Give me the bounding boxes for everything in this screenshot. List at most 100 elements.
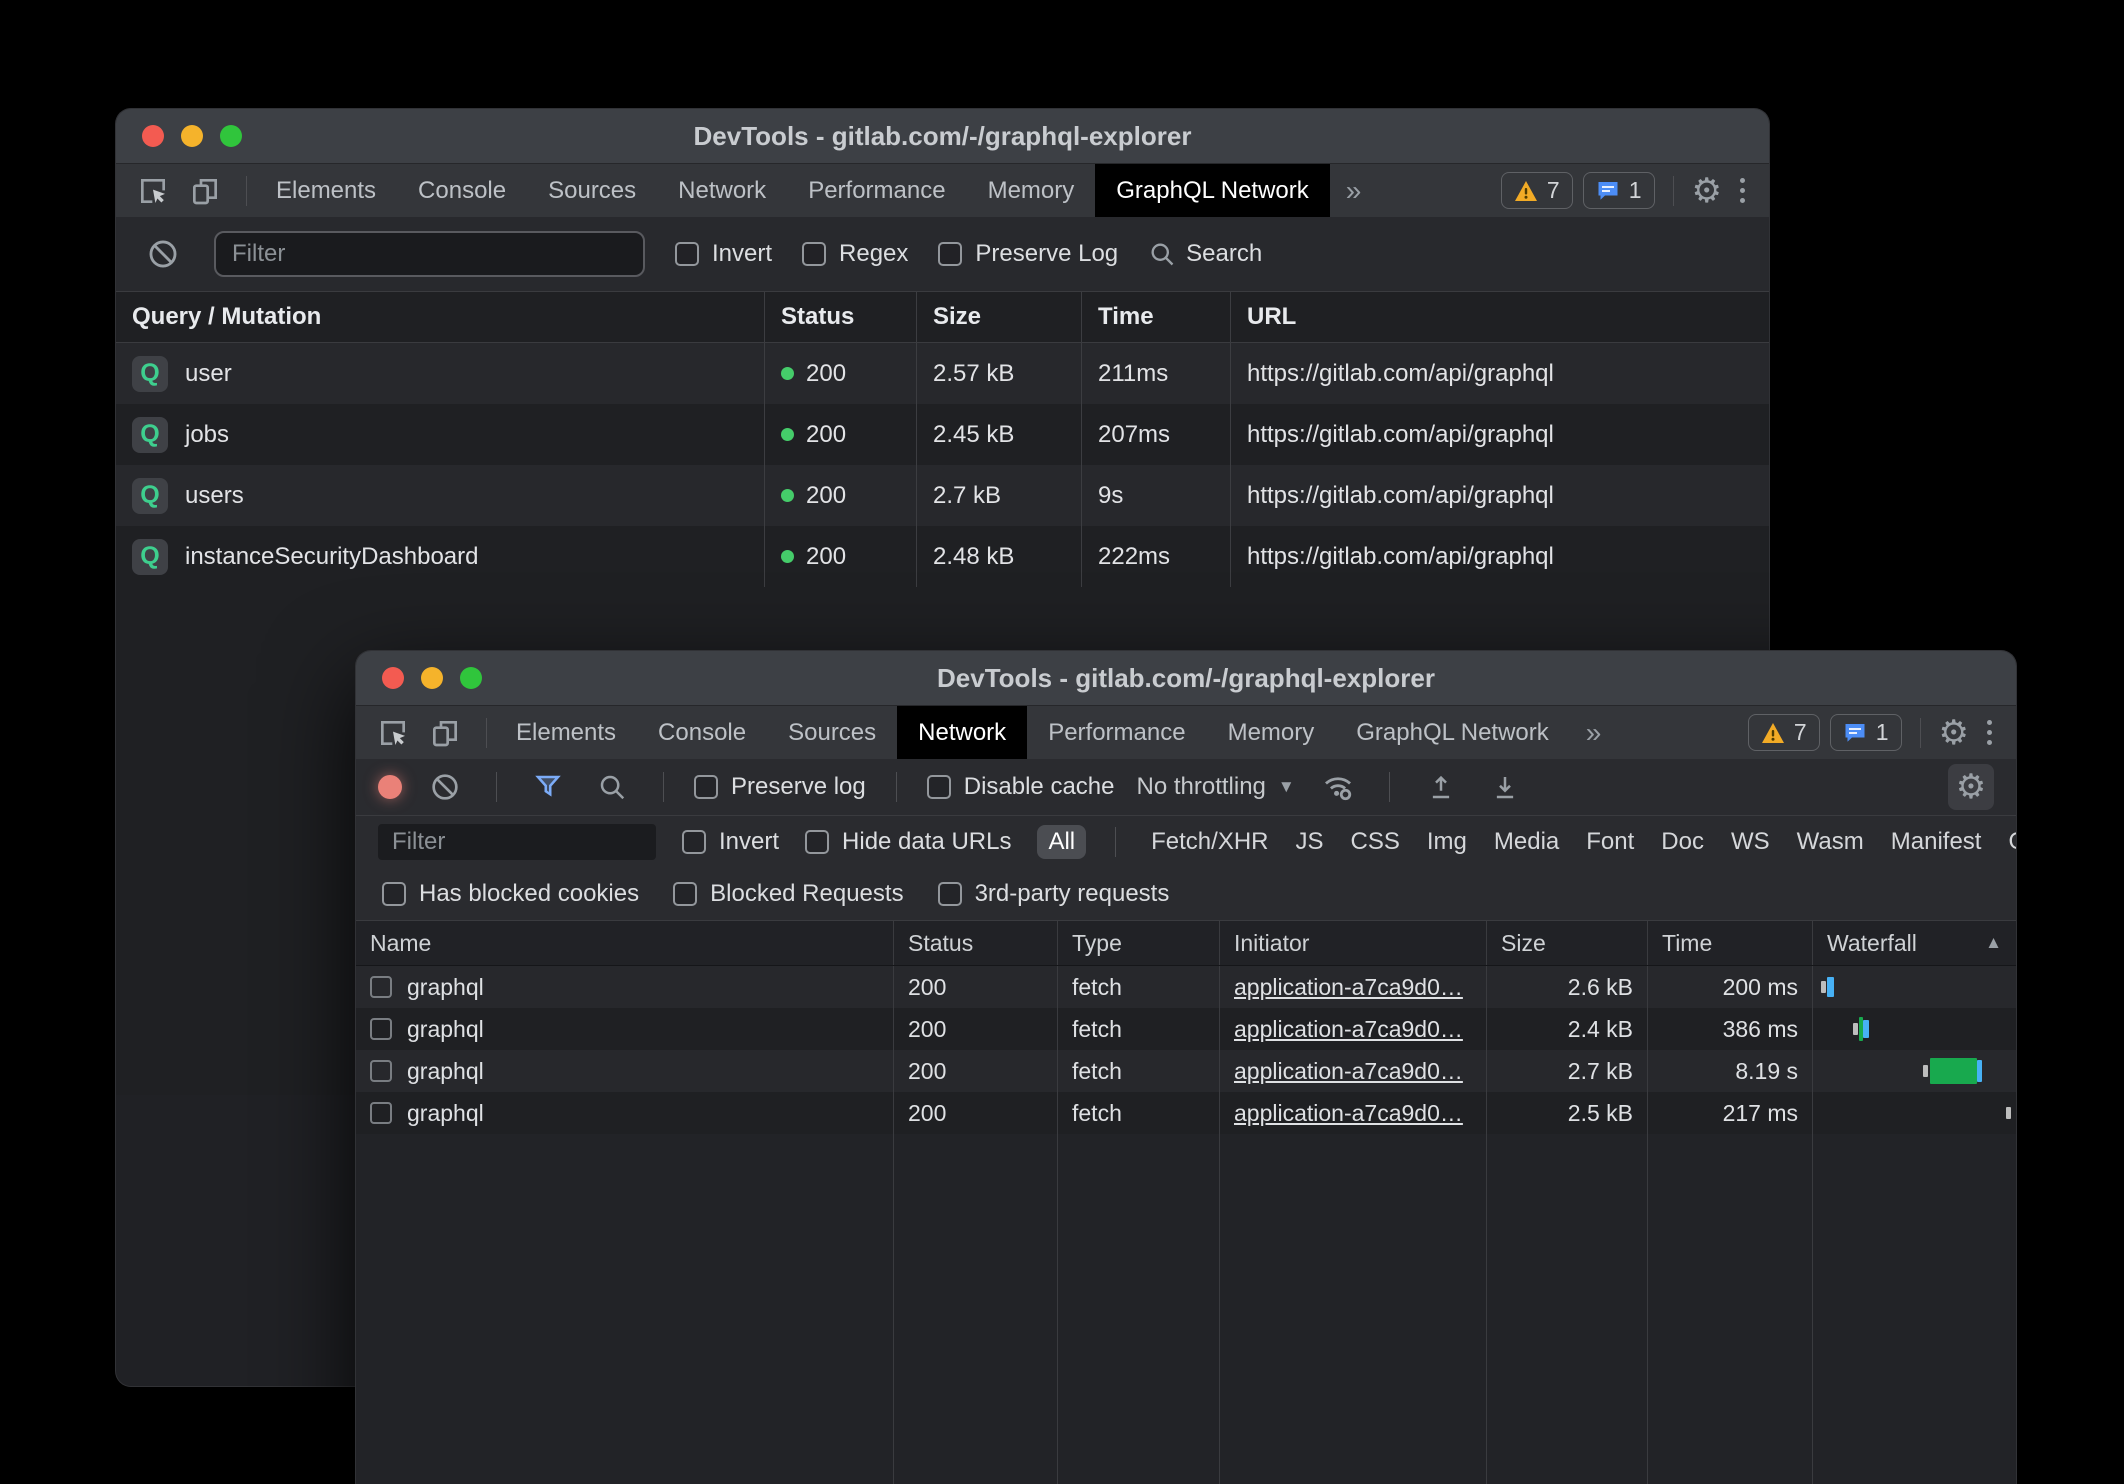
tab-console[interactable]: Console xyxy=(637,706,767,759)
clear-log-icon[interactable] xyxy=(142,233,184,275)
issues-badge[interactable]: 1 xyxy=(1583,172,1655,209)
column-header-url[interactable]: URL xyxy=(1231,292,1769,342)
graphql-request-row[interactable]: QinstanceSecurityDashboard 200 2.48 kB 2… xyxy=(116,526,1769,587)
type-filter-css[interactable]: CSS xyxy=(1351,828,1400,856)
type-filter-manifest[interactable]: Manifest xyxy=(1891,828,1982,856)
column-header-initiator[interactable]: Initiator xyxy=(1220,921,1487,965)
more-options-icon[interactable] xyxy=(1732,178,1753,203)
checkbox-icon[interactable] xyxy=(938,882,962,906)
titlebar[interactable]: DevTools - gitlab.com/-/graphql-explorer xyxy=(116,109,1769,164)
type-filter-ws[interactable]: WS xyxy=(1731,828,1770,856)
type-filter-js[interactable]: JS xyxy=(1296,828,1324,856)
type-filter-media[interactable]: Media xyxy=(1494,828,1559,856)
maximize-button[interactable] xyxy=(220,125,242,147)
graphql-request-row[interactable]: Qjobs 200 2.45 kB 207ms https://gitlab.c… xyxy=(116,404,1769,465)
column-header-type[interactable]: Type xyxy=(1058,921,1220,965)
type-filter-all[interactable]: All xyxy=(1037,825,1086,859)
minimize-button[interactable] xyxy=(421,667,443,689)
titlebar[interactable]: DevTools - gitlab.com/-/graphql-explorer xyxy=(356,651,2016,706)
throttling-dropdown[interactable]: No throttling ▼ xyxy=(1136,773,1294,801)
row-checkbox[interactable] xyxy=(370,1060,392,1082)
network-filter-input[interactable] xyxy=(378,824,656,860)
settings-gear-icon[interactable]: ⚙ xyxy=(1939,716,1969,750)
checkbox-icon[interactable] xyxy=(927,775,951,799)
blocked-requests-checkbox[interactable]: Blocked Requests xyxy=(673,880,903,908)
network-conditions-icon[interactable] xyxy=(1317,766,1359,808)
column-header-status[interactable]: Status xyxy=(894,921,1058,965)
invert-checkbox[interactable]: Invert xyxy=(675,240,772,268)
import-har-icon[interactable] xyxy=(1420,766,1462,808)
tab-sources[interactable]: Sources xyxy=(527,164,657,217)
initiator-link[interactable]: application-a7ca9d0… xyxy=(1234,1016,1463,1043)
checkbox-icon[interactable] xyxy=(382,882,406,906)
column-header-name[interactable]: Name xyxy=(356,921,894,965)
type-filter-fetch-xhr[interactable]: Fetch/XHR xyxy=(1151,828,1268,856)
type-filter-img[interactable]: Img xyxy=(1427,828,1467,856)
network-request-row[interactable]: graphql 200 fetch application-a7ca9d0… 2… xyxy=(356,1092,2016,1134)
maximize-button[interactable] xyxy=(460,667,482,689)
column-header-query-mutation[interactable]: Query / Mutation xyxy=(116,292,765,342)
initiator-link[interactable]: application-a7ca9d0… xyxy=(1234,974,1463,1001)
tab-elements[interactable]: Elements xyxy=(255,164,397,217)
clear-network-log-icon[interactable] xyxy=(424,766,466,808)
checkbox-icon[interactable] xyxy=(673,882,697,906)
preserve-log-checkbox[interactable]: Preserve log xyxy=(694,773,866,801)
export-har-icon[interactable] xyxy=(1484,766,1526,808)
network-settings-button[interactable]: ⚙ xyxy=(1948,764,1994,810)
minimize-button[interactable] xyxy=(181,125,203,147)
tab-graphql-network[interactable]: GraphQL Network xyxy=(1095,164,1330,217)
type-filter-font[interactable]: Font xyxy=(1586,828,1634,856)
filter-input[interactable] xyxy=(214,231,645,277)
row-checkbox[interactable] xyxy=(370,1102,392,1124)
preserve-log-checkbox[interactable]: Preserve Log xyxy=(938,240,1118,268)
checkbox-icon[interactable] xyxy=(805,830,829,854)
checkbox-icon[interactable] xyxy=(682,830,706,854)
more-options-icon[interactable] xyxy=(1979,720,2000,745)
tab-memory[interactable]: Memory xyxy=(1207,706,1336,759)
search-button[interactable]: Search xyxy=(1148,240,1262,268)
tab-performance[interactable]: Performance xyxy=(1027,706,1206,759)
tab-sources[interactable]: Sources xyxy=(767,706,897,759)
column-header-size[interactable]: Size xyxy=(1487,921,1648,965)
disable-cache-checkbox[interactable]: Disable cache xyxy=(927,773,1115,801)
has-blocked-cookies-checkbox[interactable]: Has blocked cookies xyxy=(382,880,639,908)
tab-graphql-network[interactable]: GraphQL Network xyxy=(1335,706,1570,759)
row-checkbox[interactable] xyxy=(370,976,392,998)
column-header-time[interactable]: Time xyxy=(1648,921,1813,965)
device-toolbar-icon[interactable] xyxy=(184,170,226,212)
settings-gear-icon[interactable]: ⚙ xyxy=(1692,174,1722,208)
close-button[interactable] xyxy=(382,667,404,689)
tab-console[interactable]: Console xyxy=(397,164,527,217)
inspect-element-icon[interactable] xyxy=(132,170,174,212)
type-filter-other[interactable]: Other xyxy=(2008,828,2017,856)
graphql-request-row[interactable]: Qusers 200 2.7 kB 9s https://gitlab.com/… xyxy=(116,465,1769,526)
row-checkbox[interactable] xyxy=(370,1018,392,1040)
warnings-badge[interactable]: 7 xyxy=(1748,714,1820,751)
tab-network[interactable]: Network xyxy=(897,706,1027,759)
checkbox-icon[interactable] xyxy=(675,242,699,266)
search-icon[interactable] xyxy=(591,766,633,808)
tab-performance[interactable]: Performance xyxy=(787,164,966,217)
initiator-link[interactable]: application-a7ca9d0… xyxy=(1234,1100,1463,1127)
tab-network[interactable]: Network xyxy=(657,164,787,217)
record-network-log-button[interactable] xyxy=(378,775,402,799)
close-button[interactable] xyxy=(142,125,164,147)
checkbox-icon[interactable] xyxy=(938,242,962,266)
checkbox-icon[interactable] xyxy=(802,242,826,266)
column-header-status[interactable]: Status xyxy=(765,292,917,342)
inspect-element-icon[interactable] xyxy=(372,712,414,754)
checkbox-icon[interactable] xyxy=(694,775,718,799)
column-header-time[interactable]: Time xyxy=(1082,292,1231,342)
invert-checkbox[interactable]: Invert xyxy=(682,828,779,856)
warnings-badge[interactable]: 7 xyxy=(1501,172,1573,209)
column-header-waterfall[interactable]: Waterfall ▲ xyxy=(1813,921,2016,965)
network-request-row[interactable]: graphql 200 fetch application-a7ca9d0… 2… xyxy=(356,966,2016,1008)
hide-data-urls-checkbox[interactable]: Hide data URLs xyxy=(805,828,1011,856)
type-filter-doc[interactable]: Doc xyxy=(1661,828,1704,856)
device-toolbar-icon[interactable] xyxy=(424,712,466,754)
filter-funnel-icon[interactable] xyxy=(527,766,569,808)
initiator-link[interactable]: application-a7ca9d0… xyxy=(1234,1058,1463,1085)
tab-memory[interactable]: Memory xyxy=(967,164,1096,217)
network-request-row[interactable]: graphql 200 fetch application-a7ca9d0… 2… xyxy=(356,1008,2016,1050)
third-party-requests-checkbox[interactable]: 3rd-party requests xyxy=(938,880,1170,908)
